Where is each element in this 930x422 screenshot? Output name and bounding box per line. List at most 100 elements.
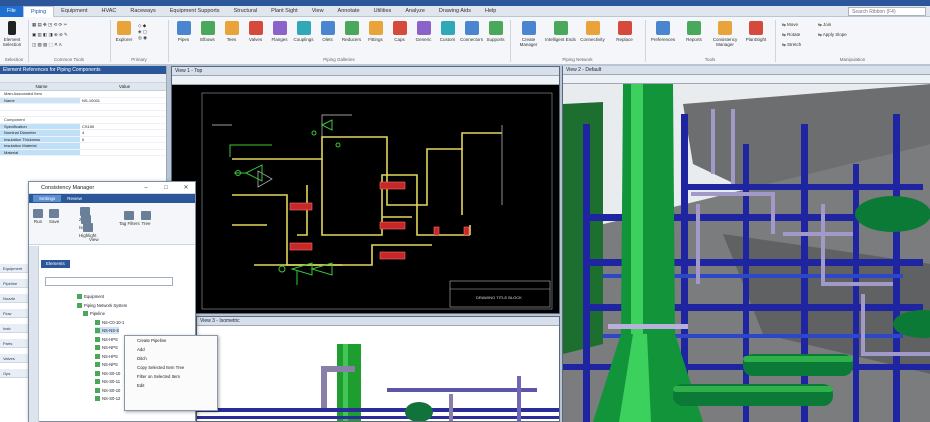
gallery-supports-button[interactable]: Supports [484,21,507,55]
manip-join-button[interactable]: ⇆ Join [818,22,831,28]
tools-plantsight-button[interactable]: PlantSight [741,21,771,55]
minimize-button[interactable]: – [139,182,153,194]
network-replace-button[interactable]: Replace [609,21,640,55]
tools-consistency-manager-button[interactable]: Consistency Manager [710,21,740,55]
property-value[interactable] [80,117,166,123]
tools-preferences-button[interactable]: Preferences [648,21,678,55]
property-value[interactable] [80,111,166,117]
ribbon-tab-utilities[interactable]: Utilities [367,6,399,17]
tree-item[interactable]: Equipment [77,293,104,300]
cm-highlight-button[interactable]: Highlight [79,223,97,238]
ribbon-tab-piping[interactable]: Piping [22,5,55,17]
isometric-3d-model[interactable] [197,326,560,422]
tree-item[interactable]: NS-NPS [95,344,118,351]
view-3d-default[interactable]: View 2 - Default [562,66,930,422]
ribbon-tab-hvac[interactable]: HVAC [94,6,123,17]
ribbon-tab-drawing-aids[interactable]: Drawing Aids [432,6,478,17]
cm-tree-button[interactable]: Tree [141,211,151,226]
piping-schematic-drawing[interactable]: DRAWING TITLE BLOCK [172,85,559,314]
network-create-manager-button[interactable]: Create Manager [513,21,544,55]
tree-item[interactable]: Piping Network System [77,302,127,309]
ribbon-tab-annotate[interactable]: Annotate [331,6,367,17]
tree-search-input[interactable] [45,277,173,286]
tree-item[interactable]: NS-HPS [95,336,118,343]
common-tools-row-3[interactable]: ◫ ▧ ▨ ⬚ ✕ A [32,42,62,48]
network-intelligent-ends-button[interactable]: Intelligent Ends [545,21,576,55]
gallery-fittings-button[interactable]: Fittings [364,21,387,55]
view-2d-toolbar[interactable] [172,76,559,85]
cm-save-button[interactable]: Save [49,209,59,224]
cm-tab-settings[interactable]: Settings [33,195,62,202]
ribbon-tab-help[interactable]: Help [478,6,503,17]
gallery-reducers-button[interactable]: Reducers [340,21,363,55]
explorer-button[interactable]: Explorer [113,21,135,55]
view-3d-toolbar[interactable] [563,75,930,84]
primary-tools[interactable]: ◇ ◆ ◈ ▢ ◎ ◉ [138,23,147,41]
close-button[interactable]: ✕ [179,182,193,194]
network-connectivity-button[interactable]: Connectivity [577,21,608,55]
side-item[interactable]: Flow [0,309,28,318]
gallery-caps-button[interactable]: Caps [388,21,411,55]
context-menu-item[interactable]: Create Pipeline [125,336,217,345]
context-menu-item[interactable]: Copy Selected Item Tree [125,363,217,372]
context-menu-item[interactable]: Add [125,345,217,354]
cm-tag-filters-button[interactable]: Tag Filters [119,211,140,226]
side-item[interactable]: Instr [0,324,28,333]
property-value[interactable]: CS150 [80,124,166,130]
ribbon-tab-raceways[interactable]: Raceways [123,6,162,17]
gallery-custom-button[interactable]: Custom [436,21,459,55]
side-item[interactable]: Parts [0,339,28,348]
cm-run-button[interactable]: Run [33,209,43,224]
maximize-button[interactable]: □ [159,182,173,194]
gallery-tees-button[interactable]: Tees [220,21,243,55]
gallery-couplings-button[interactable]: Couplings [292,21,315,55]
common-tools-row-2[interactable]: ▣ ▥ ◧ ◨ ⊕ ⊖ ✎ [32,32,68,38]
gallery-flanges-button[interactable]: Flanges [268,21,291,55]
property-value[interactable]: 4 [80,130,166,136]
tree-item[interactable]: NS-HPS [95,353,118,360]
element-selection-button[interactable]: Element Selection [2,21,22,55]
gallery-olets-button[interactable]: Olets [316,21,339,55]
view-3d-isometric[interactable]: View 3 - Isometric [196,316,560,422]
manip-rotate-button[interactable]: ⇆ Rotate [782,32,800,38]
gallery-pipes-button[interactable]: Pipes [172,21,195,55]
ribbon-tab-analyze[interactable]: Analyze [398,6,432,17]
subtab-elements[interactable]: Elements [41,260,70,268]
ribbon-tab-equipment[interactable]: Equipment [54,6,94,17]
context-menu-item[interactable]: Filter on Selected Item [125,372,217,381]
tree-item[interactable]: Pipeline [83,310,105,317]
tree-item[interactable]: NS-NS-S [95,327,120,334]
manip-move-button[interactable]: ⇆ Move [782,22,798,28]
ribbon-tab-plant-sight[interactable]: Plant Sight [264,6,305,17]
tree-item[interactable]: NS-S0-12 [95,395,120,402]
context-menu-item[interactable]: Edit [125,381,217,390]
tree-item[interactable]: NS-S0-10 [95,370,120,377]
manip-apply-slope-button[interactable]: ⇆ Apply Slope [818,32,847,38]
tree-item[interactable]: NS-C0-10-1 [95,319,124,326]
gallery-connectors-button[interactable]: Connectors [460,21,483,55]
search-ribbon-input[interactable]: Search Ribbon (F4) [848,7,926,16]
view-2d-top[interactable]: View 1 - Top DRAWING TITLE BLOCK [171,66,560,314]
ribbon-tab-view[interactable]: View [305,6,331,17]
manip-stretch-button[interactable]: ⇆ Stretch [782,42,801,48]
panel-toolbar[interactable] [0,74,166,83]
ribbon-tab-file[interactable]: File [0,5,23,17]
property-value[interactable]: 0 [80,137,166,143]
side-item[interactable]: Valves [0,354,28,363]
gallery-valves-button[interactable]: Valves [244,21,267,55]
ribbon-tab-structural[interactable]: Structural [227,6,265,17]
side-item[interactable]: Equipment [0,264,28,273]
consistency-manager-titlebar[interactable]: Consistency Manager – □ ✕ [29,182,195,194]
property-value[interactable] [80,143,166,149]
gallery-elbows-button[interactable]: Elbows [196,21,219,55]
common-tools-row[interactable]: ▦ ▤ ✥ ◳ ⟲ ⟳ ✂ [32,22,67,28]
property-value[interactable] [80,104,166,110]
cm-tab-review[interactable]: Review [61,195,88,202]
tree-item[interactable]: NS-S0-10 [95,387,120,394]
tree-item[interactable]: NS-NPS [95,361,118,368]
property-value[interactable]: NS-10001 [80,98,166,104]
plant-3d-model[interactable] [563,84,930,422]
tree-item[interactable]: NS-S0-11 [95,378,120,385]
side-item[interactable]: Pipeline [0,279,28,288]
side-item[interactable]: Nozzle [0,294,28,303]
